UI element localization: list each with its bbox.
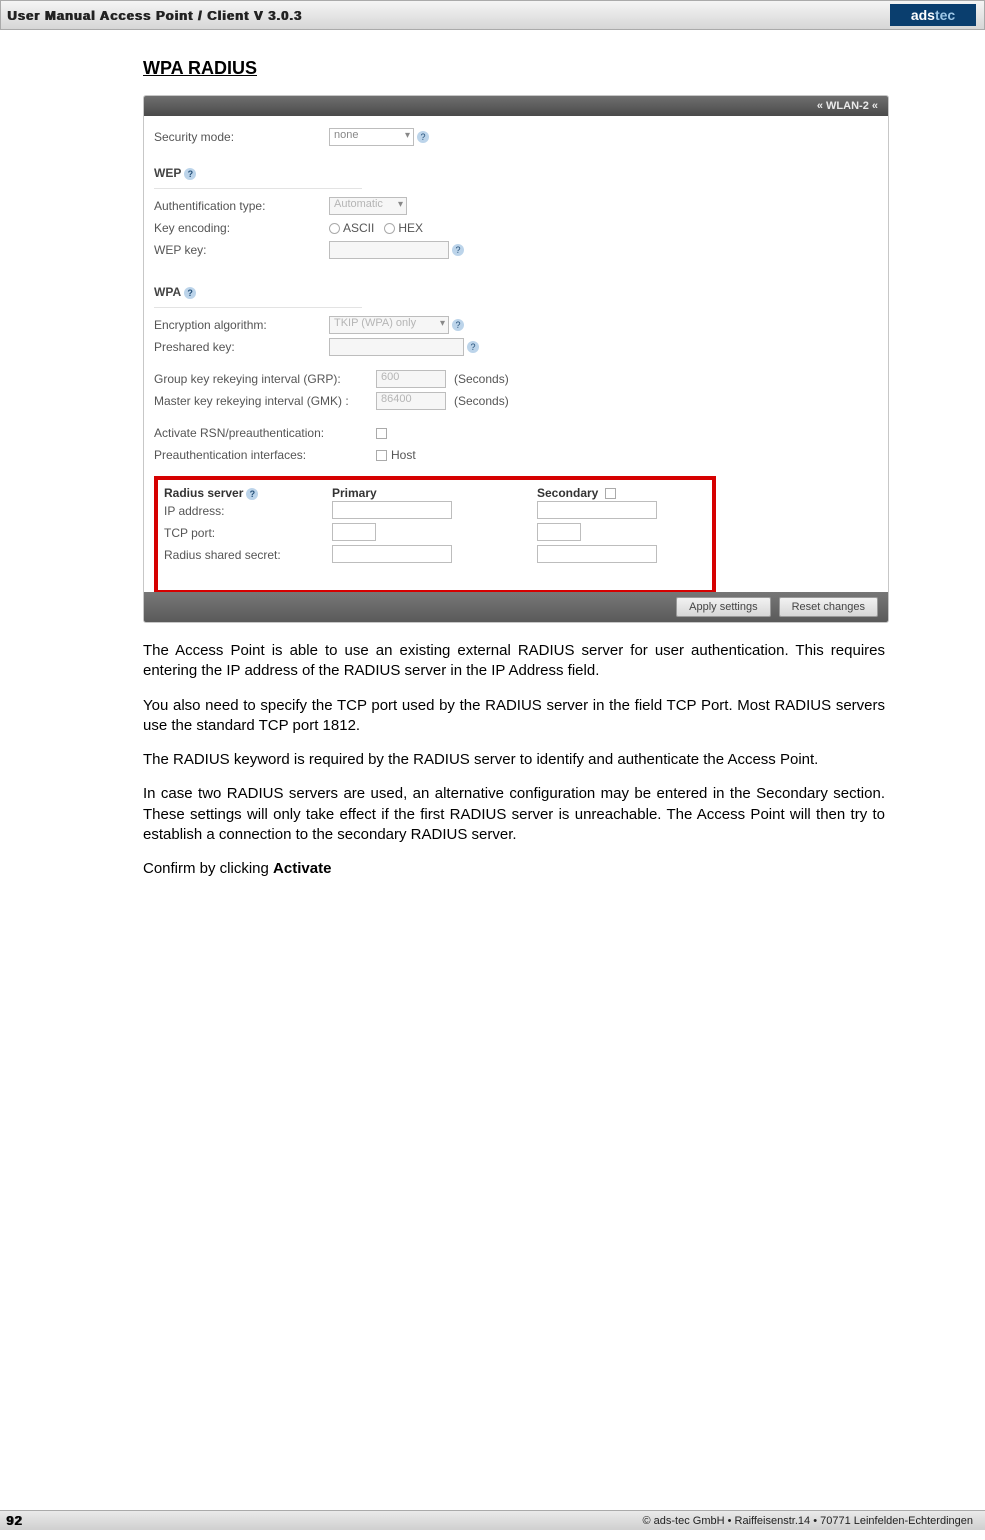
tcp-label: TCP port: [164, 526, 332, 540]
brand-logo: adstec [890, 4, 976, 26]
help-icon[interactable]: ? [417, 131, 429, 143]
psk-input[interactable] [329, 338, 464, 356]
divider [154, 307, 362, 308]
paragraph: Confirm by clicking Activate [143, 859, 885, 879]
ascii-label: ASCII [343, 221, 374, 235]
host-checkbox[interactable] [376, 450, 387, 461]
divider [154, 188, 362, 189]
paragraph: The Access Point is able to use an exist… [143, 641, 885, 682]
secondary-head: Secondary [537, 486, 620, 500]
help-icon[interactable]: ? [452, 244, 464, 256]
gmk-input[interactable]: 86400 [376, 392, 446, 410]
secret-primary-input[interactable] [332, 545, 452, 563]
radius-highlight-box: Radius server? Primary Secondary IP addr… [154, 476, 716, 594]
tcp-primary-input[interactable] [332, 523, 376, 541]
wpa-head-text: WPA [154, 285, 181, 299]
help-icon[interactable]: ? [184, 168, 196, 180]
confirm-text: Confirm by clicking [143, 860, 273, 877]
psk-label: Preshared key: [154, 340, 329, 354]
wep-key-input[interactable] [329, 241, 449, 259]
config-screenshot: « WLAN-2 « Security mode: none ? WEP? Au… [143, 95, 889, 623]
host-label: Host [391, 448, 416, 462]
section-title: WPA RADIUS [143, 58, 885, 79]
paragraph: The RADIUS keyword is required by the RA… [143, 750, 885, 770]
wpa-section-head: WPA? [154, 285, 878, 299]
paragraph: In case two RADIUS servers are used, an … [143, 784, 885, 845]
radius-head: Radius server? [164, 486, 332, 500]
security-mode-select[interactable]: none [329, 128, 414, 146]
breadcrumb: « WLAN-2 « [817, 100, 878, 112]
apply-settings-button[interactable]: Apply settings [676, 597, 770, 617]
rsn-label: Activate RSN/preauthentication: [154, 426, 376, 440]
help-icon[interactable]: ? [246, 488, 258, 500]
key-encoding-label: Key encoding: [154, 221, 329, 235]
shot-action-bar: Apply settings Reset changes [144, 592, 888, 622]
ascii-radio[interactable] [329, 223, 340, 234]
header-bar: User Manual Access Point / Client V 3.0.… [0, 0, 985, 30]
seconds-label: (Seconds) [454, 394, 509, 408]
logo-part-a: ads [911, 7, 935, 23]
page-number: 92 [6, 1513, 22, 1528]
wep-head-text: WEP [154, 166, 181, 180]
hex-label: HEX [398, 221, 423, 235]
secret-label: Radius shared secret: [164, 548, 332, 562]
hex-radio[interactable] [384, 223, 395, 234]
grp-label: Group key rekeying interval (GRP): [154, 372, 376, 386]
security-mode-label: Security mode: [154, 130, 329, 144]
rsn-checkbox[interactable] [376, 428, 387, 439]
ip-label: IP address: [164, 504, 332, 518]
shot-breadcrumb-bar: « WLAN-2 « [144, 96, 888, 116]
enc-alg-select[interactable]: TKIP (WPA) only [329, 316, 449, 334]
footer-bar: 92 © ads-tec GmbH • Raiffeisenstr.14 • 7… [0, 1510, 985, 1530]
preauth-if-label: Preauthentication interfaces: [154, 448, 376, 462]
gmk-label: Master key rekeying interval (GMK) : [154, 394, 376, 408]
radius-head-text: Radius server [164, 486, 243, 500]
page-content: WPA RADIUS « WLAN-2 « Security mode: non… [0, 30, 985, 879]
copyright: © ads-tec GmbH • Raiffeisenstr.14 • 7077… [642, 1515, 973, 1527]
wep-section-head: WEP? [154, 166, 878, 180]
activate-word: Activate [273, 860, 331, 877]
tcp-secondary-input[interactable] [537, 523, 581, 541]
doc-title: User Manual Access Point / Client V 3.0.… [7, 8, 302, 23]
enc-alg-label: Encryption algorithm: [154, 318, 329, 332]
secondary-head-text: Secondary [537, 486, 598, 500]
grp-input[interactable]: 600 [376, 370, 446, 388]
help-icon[interactable]: ? [452, 319, 464, 331]
primary-head: Primary [332, 486, 537, 500]
logo-part-b: tec [935, 7, 955, 23]
help-icon[interactable]: ? [184, 287, 196, 299]
ip-primary-input[interactable] [332, 501, 452, 519]
ip-secondary-input[interactable] [537, 501, 657, 519]
auth-type-label: Authentification type: [154, 199, 329, 213]
secondary-checkbox[interactable] [605, 488, 616, 499]
reset-changes-button[interactable]: Reset changes [779, 597, 878, 617]
shot-body: Security mode: none ? WEP? Authentificat… [144, 116, 888, 594]
auth-type-select[interactable]: Automatic [329, 197, 407, 215]
wep-key-label: WEP key: [154, 243, 329, 257]
seconds-label: (Seconds) [454, 372, 509, 386]
secret-secondary-input[interactable] [537, 545, 657, 563]
paragraph: You also need to specify the TCP port us… [143, 696, 885, 737]
help-icon[interactable]: ? [467, 341, 479, 353]
